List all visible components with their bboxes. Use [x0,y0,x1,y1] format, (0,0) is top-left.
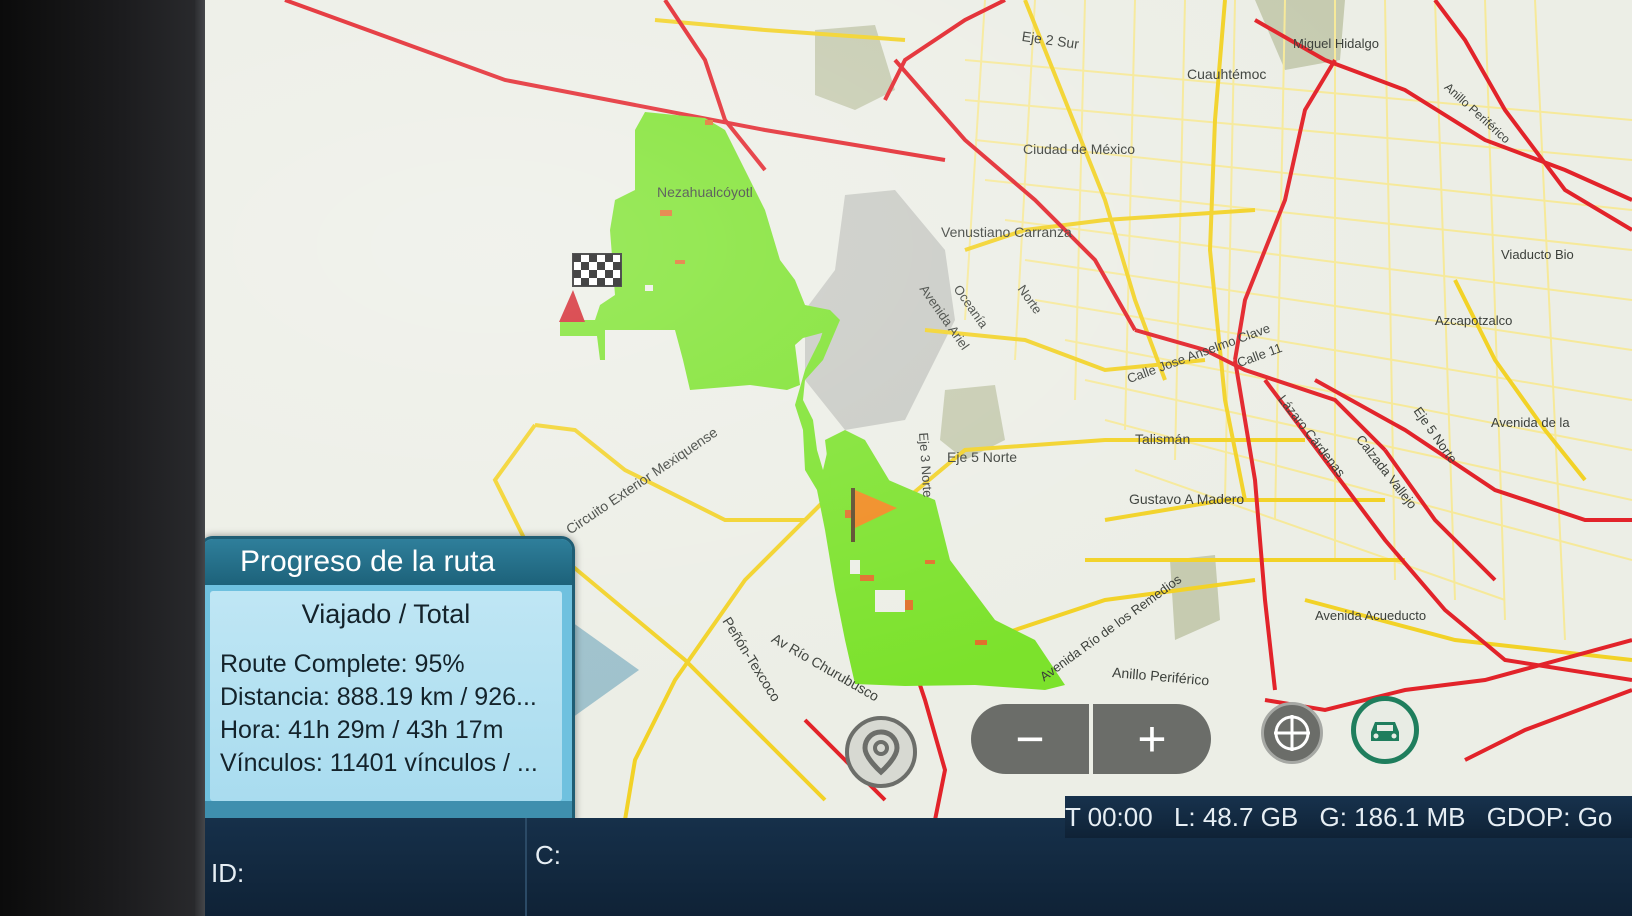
location-button[interactable] [845,716,917,788]
route-panel-title: Progreso de la ruta [205,539,572,585]
car-follow-icon [1371,722,1399,741]
map-label-eje5-norte: Eje 5 Norte [947,449,1018,465]
map-label-avenida-acueducto: Avenida Acueducto [1315,608,1427,623]
route-distance-text: Distancia: 888.19 km / 926... [220,683,537,711]
park-area-4 [1255,0,1345,70]
route-time-text: Hora: 41h 29m / 43h 17m [220,716,504,744]
status-info: T 00:00 L: 48.7 GB G: 186.1 MB GDOP: Go [1065,796,1632,838]
map-label-cuauhtemoc: Cuauhtémoc [1187,66,1267,82]
status-time: T 00:00 [1065,802,1153,832]
map-label-ciudad-de-mexico: Ciudad de México [1023,141,1136,157]
map-label-viaducto: Viaducto Bio [1501,247,1574,262]
route-links-text: Vínculos: 11401 vínculos / ... [220,749,538,777]
map-label-venustiano-carranza: Venustiano Carranza [941,224,1072,240]
map-label-gustavo-madero: Gustavo A Madero [1129,491,1245,507]
compass-button[interactable] [1261,702,1323,764]
route-panel-body: Viajado / Total Route Complete: 95% Dist… [210,591,562,801]
map-label-talisman: Talismán [1135,431,1191,447]
map-label-miguel-hidalgo: Miguel Hidalgo [1293,36,1379,51]
status-storage: L: 48.7 GB [1173,802,1299,832]
route-progress-panel[interactable]: Progreso de la ruta Viajado / Total Rout… [205,536,575,842]
park-area-3 [1170,555,1220,640]
c-label: C: [535,840,561,870]
current-position-arrow [559,290,585,322]
route-complete-text: Route Complete: 95% [220,650,465,678]
status-gdop: GDOP: Go [1486,802,1613,832]
panel-pointer [569,620,639,720]
map-label-avenida-de-la: Avenida de la [1491,415,1570,430]
finish-flag [572,253,622,287]
route-panel-subtitle: Viajado / Total [301,599,471,629]
id-label: ID: [211,858,245,888]
map-label-nezahualcoyotl: Nezahualcóyotl [657,184,753,200]
map-label-azcapotzalco: Azcapotzalco [1435,313,1513,328]
status-memory: G: 186.1 MB [1319,802,1466,832]
crosshair-icon [1274,715,1310,751]
status-divider [525,818,527,916]
status-bar: T 00:00 L: 48.7 GB G: 186.1 MB GDOP: Go … [205,796,1632,916]
navigation-screen: Nezahualcóyotl Eje 2 Sur Miguel Hidalgo … [205,0,1632,916]
zoom-in-button[interactable]: + [1093,704,1211,774]
vehicle-follow-button[interactable] [1351,696,1419,764]
device-bezel [0,0,205,916]
location-pin-icon [862,729,900,776]
zoom-out-button[interactable]: − [971,704,1089,774]
